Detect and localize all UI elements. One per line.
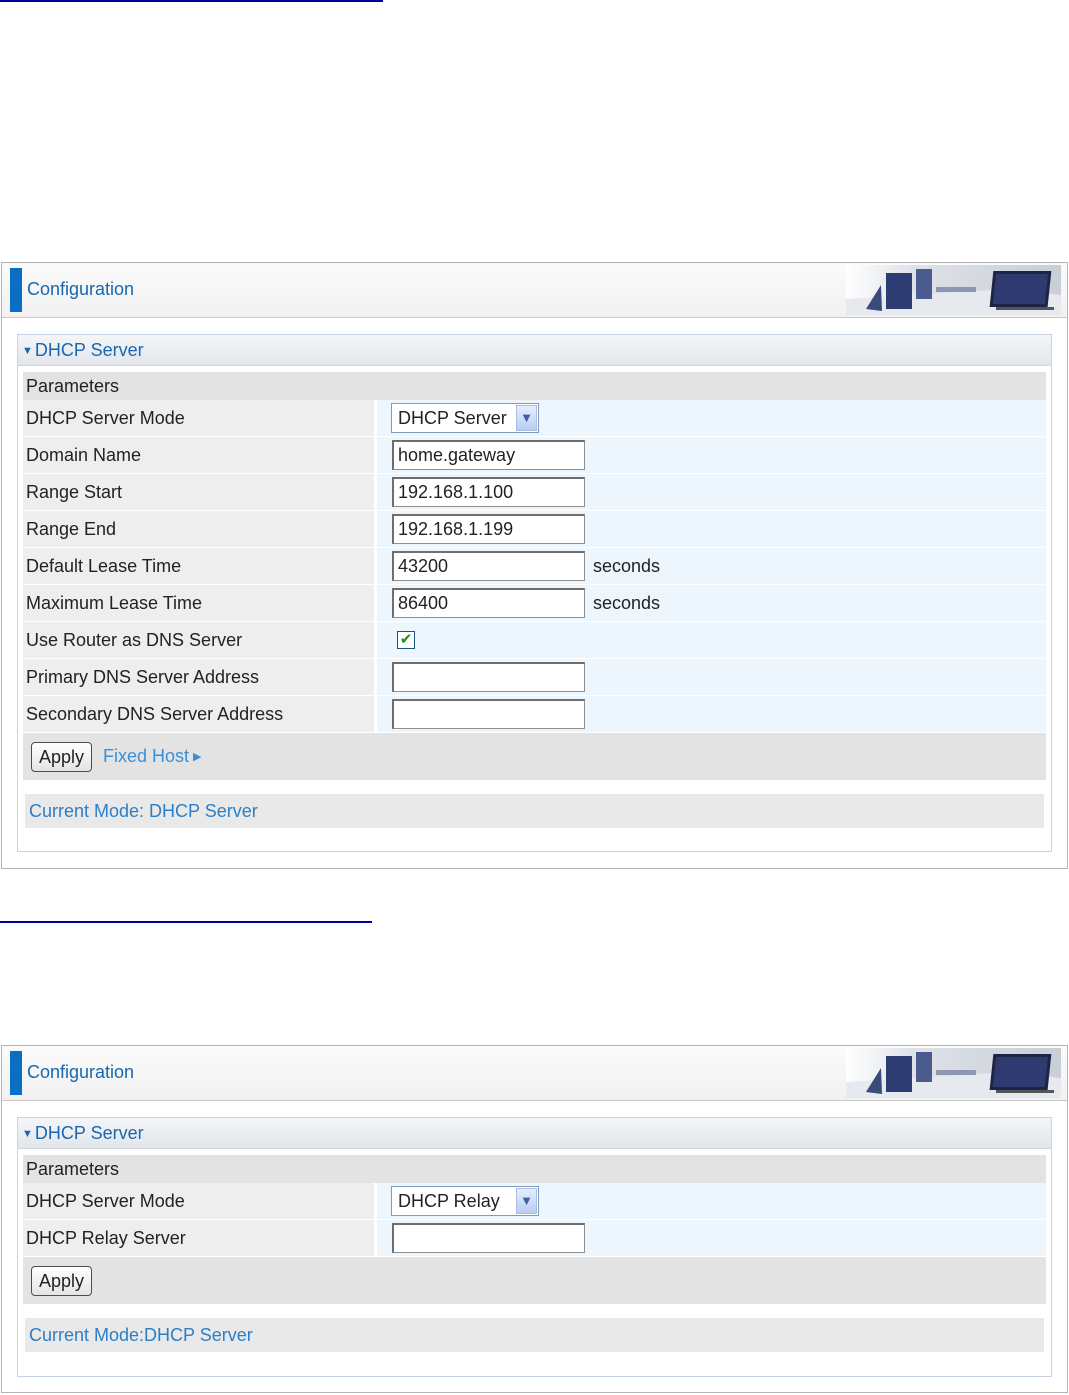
row-domain-name: Domain Name (23, 437, 1046, 474)
label-maximum-lease-time: Maximum Lease Time (23, 585, 377, 621)
dhcp-server-section: ▼ DHCP Server Parameters DHCP Server Mode… (17, 334, 1052, 852)
primary-dns-input[interactable] (392, 662, 585, 692)
section-rule-top (0, 0, 383, 2)
action-bar: Apply Fixed Host ▶ (23, 733, 1046, 780)
panel-title: Configuration (27, 279, 135, 299)
label-default-lease-time: Default Lease Time (23, 548, 377, 584)
value-cell: ✔ (377, 622, 1046, 658)
label-domain-name: Domain Name (23, 437, 377, 473)
parameters-heading: Parameters (23, 1155, 1046, 1183)
row-secondary-dns: Secondary DNS Server Address (23, 696, 1046, 733)
section-header[interactable]: ▼ DHCP Server (18, 335, 1051, 366)
checkmark-icon: ✔ (399, 631, 413, 648)
triangle-down-icon: ▼ (22, 345, 33, 357)
section-rule-middle (0, 921, 372, 923)
row-primary-dns: Primary DNS Server Address (23, 659, 1046, 696)
value-cell: DHCP Server ▼ (377, 400, 1046, 436)
header-accent-bar (10, 1051, 22, 1095)
value-cell: DHCP Relay ▼ (377, 1183, 1046, 1219)
label-primary-dns: Primary DNS Server Address (23, 659, 377, 695)
current-mode-status: Current Mode:DHCP Server (25, 1318, 1044, 1352)
label-range-end: Range End (23, 511, 377, 547)
section-title: DHCP Server (34, 1123, 144, 1143)
label-secondary-dns: Secondary DNS Server Address (23, 696, 377, 732)
config-panel-server: Configuration ▼ DHCP Server Parameters DH… (1, 262, 1068, 869)
row-default-lease-time: Default Lease Time seconds (23, 548, 1046, 585)
label-range-start: Range Start (23, 474, 377, 510)
triangle-down-icon: ▼ (22, 1128, 33, 1140)
dhcp-server-mode-select[interactable]: DHCP Relay ▼ (391, 1186, 539, 1216)
value-cell (377, 659, 1046, 695)
maximum-lease-time-input[interactable] (392, 588, 585, 618)
dhcp-server-section: ▼ DHCP Server Parameters DHCP Server Mode… (17, 1117, 1052, 1377)
apply-button[interactable]: Apply (31, 1266, 93, 1296)
current-mode-status: Current Mode: DHCP Server (25, 794, 1044, 828)
chevron-down-icon[interactable]: ▼ (516, 1188, 537, 1214)
secondary-dns-input[interactable] (392, 699, 585, 729)
label-dhcp-server-mode: DHCP Server Mode (23, 1183, 377, 1219)
value-cell: seconds (377, 585, 1046, 621)
value-cell (377, 474, 1046, 510)
value-cell (377, 1220, 1046, 1256)
dhcp-relay-server-input[interactable] (392, 1223, 585, 1253)
header-art-icon (846, 265, 1061, 315)
select-value: DHCP Server (398, 408, 507, 428)
unit-seconds: seconds (593, 593, 661, 613)
row-range-end: Range End (23, 511, 1046, 548)
row-dhcp-relay-server: DHCP Relay Server (23, 1220, 1046, 1257)
header-art-icon (846, 1048, 1061, 1098)
value-cell (377, 511, 1046, 547)
row-dhcp-server-mode: DHCP Server Mode DHCP Server ▼ (23, 400, 1046, 437)
domain-name-input[interactable] (392, 440, 585, 470)
value-cell: seconds (377, 548, 1046, 584)
unit-seconds: seconds (593, 556, 661, 576)
default-lease-time-input[interactable] (392, 551, 585, 581)
value-cell (377, 696, 1046, 732)
section-title: DHCP Server (34, 340, 144, 360)
range-start-input[interactable] (392, 477, 585, 507)
parameters-heading: Parameters (23, 372, 1046, 400)
label-use-router-dns: Use Router as DNS Server (23, 622, 377, 658)
fixed-host-link[interactable]: Fixed Host ▶ (103, 733, 202, 781)
row-range-start: Range Start (23, 474, 1046, 511)
value-cell (377, 437, 1046, 473)
section-header[interactable]: ▼ DHCP Server (18, 1118, 1051, 1149)
panel-header: Configuration (2, 1046, 1067, 1101)
config-panel-relay: Configuration ▼ DHCP Server Parameters DH… (1, 1045, 1068, 1393)
label-dhcp-server-mode: DHCP Server Mode (23, 400, 377, 436)
label-dhcp-relay-server: DHCP Relay Server (23, 1220, 377, 1256)
row-maximum-lease-time: Maximum Lease Time seconds (23, 585, 1046, 622)
dhcp-server-mode-select[interactable]: DHCP Server ▼ (391, 403, 539, 433)
triangle-right-icon: ▶ (193, 751, 202, 763)
row-dhcp-server-mode: DHCP Server Mode DHCP Relay ▼ (23, 1183, 1046, 1220)
select-value: DHCP Relay (398, 1191, 500, 1211)
panel-title: Configuration (27, 1062, 135, 1082)
range-end-input[interactable] (392, 514, 585, 544)
fixed-host-label: Fixed Host (103, 746, 190, 766)
panel-header: Configuration (2, 263, 1067, 318)
action-bar: Apply (23, 1257, 1046, 1304)
header-accent-bar (10, 268, 22, 312)
apply-button[interactable]: Apply (31, 742, 93, 772)
use-router-dns-checkbox[interactable]: ✔ (397, 631, 415, 649)
chevron-down-icon[interactable]: ▼ (516, 405, 537, 431)
row-use-router-dns: Use Router as DNS Server ✔ (23, 622, 1046, 659)
